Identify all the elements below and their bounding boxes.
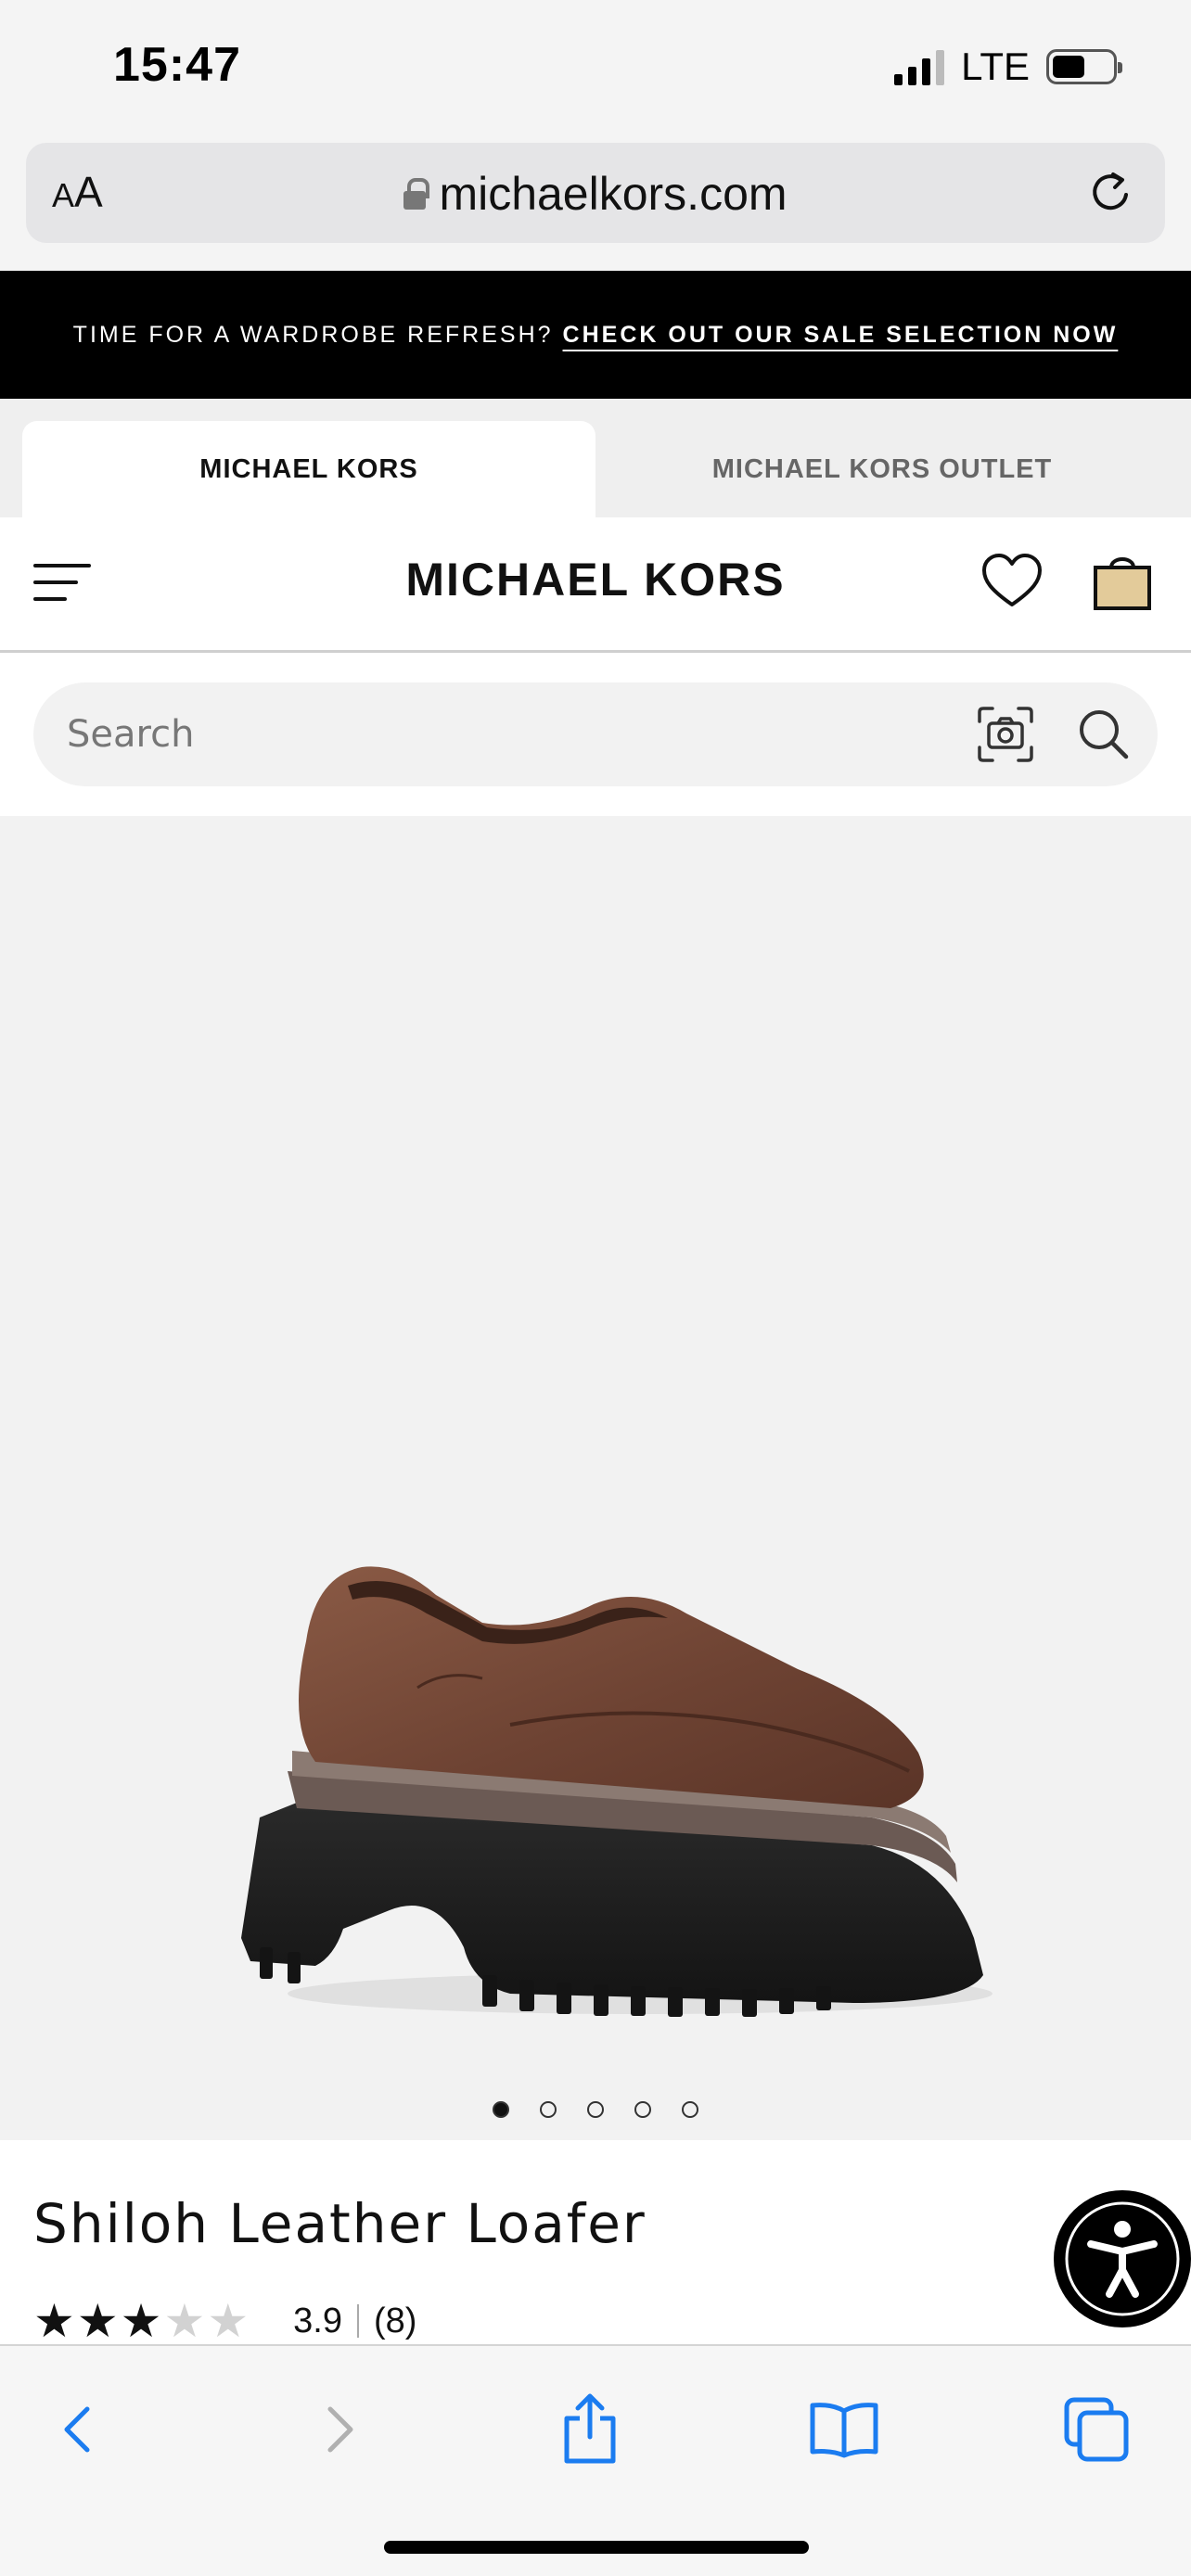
star-icon: ★ [33,2295,75,2347]
rating-value: 3.9 [293,2301,342,2340]
product-image-gallery[interactable] [0,816,1191,2140]
star-icon: ★ [207,2295,250,2347]
gallery-pagination [0,2101,1191,2118]
forward-icon [327,2406,353,2453]
status-time: 15:47 [113,38,241,92]
heart-icon[interactable] [981,553,1043,610]
lock-icon [403,178,430,210]
url-display[interactable]: michaelkors.com [26,167,1165,221]
share-icon [564,2393,616,2464]
star-icon: ★ [120,2295,162,2347]
status-bar: 15:47 LTE [0,0,1191,130]
promo-sale-link[interactable]: CHECK OUT OUR SALE SELECTION NOW [563,322,1119,349]
search-icon[interactable] [1076,707,1132,762]
browser-toolbar [0,2344,1191,2576]
site-header: MICHAEL KORS [0,517,1191,653]
share-button[interactable] [553,2392,627,2467]
bookmarks-icon [810,2403,878,2458]
browser-address-area: AA michaelkors.com [0,130,1191,271]
gallery-dot[interactable] [587,2101,604,2118]
address-bar[interactable]: AA michaelkors.com [26,143,1165,243]
accessibility-icon[interactable] [1054,2190,1191,2327]
battery-level [1053,56,1085,78]
battery-icon [1046,49,1122,84]
brand-tabs: MICHAEL KORS MICHAEL KORS OUTLET [0,399,1191,517]
gallery-dot[interactable] [682,2101,698,2118]
shopping-bag-icon[interactable] [1093,551,1152,610]
star-icon: ★ [76,2295,119,2347]
promo-banner: TIME FOR A WARDROBE REFRESH? CHECK OUT O… [0,271,1191,399]
tab-michael-kors-outlet[interactable]: MICHAEL KORS OUTLET [596,421,1169,517]
search-field[interactable] [33,682,1158,786]
home-indicator [384,2541,809,2554]
bookmarks-button[interactable] [807,2392,881,2467]
url-text: michaelkors.com [439,168,788,220]
gallery-dot[interactable] [634,2101,651,2118]
network-type: LTE [961,45,1030,88]
product-info: Shiloh Leather Loafer ★ ★ ★ ★ ★ 3.9 (8) [0,2140,1191,2344]
product-rating[interactable]: ★ ★ ★ ★ ★ 3.9 (8) [33,2298,416,2344]
reload-icon[interactable] [1085,167,1137,219]
star-icon: ★ [163,2295,206,2347]
product-title: Shiloh Leather Loafer [33,2192,647,2255]
tabs-button[interactable] [1059,2392,1133,2467]
gallery-dot[interactable] [540,2101,557,2118]
back-button[interactable] [41,2392,115,2467]
gallery-dot[interactable] [493,2101,509,2118]
status-indicators: LTE [894,45,1122,89]
review-count: (8) [373,2301,417,2340]
search-area [0,653,1191,816]
back-icon [64,2406,90,2453]
promo-text: TIME FOR A WARDROBE REFRESH? [72,321,554,348]
camera-icon[interactable] [976,705,1035,764]
forward-button[interactable] [302,2392,377,2467]
search-input[interactable] [67,682,902,786]
rating-stars: ★ ★ ★ ★ ★ [33,2298,249,2344]
cellular-signal-icon [894,48,945,85]
rating-divider [356,2304,359,2338]
tabs-icon [1064,2397,1129,2462]
product-image-loafer [241,1566,992,2017]
tab-michael-kors[interactable]: MICHAEL KORS [22,421,596,517]
